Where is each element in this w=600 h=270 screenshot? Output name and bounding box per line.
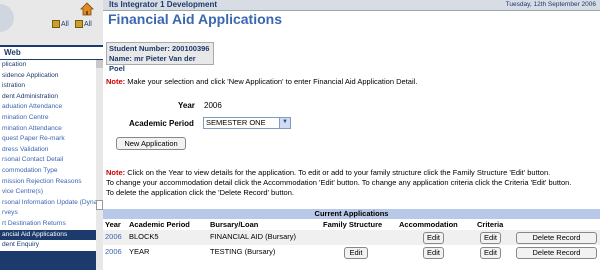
sidebar-item[interactable]: dent Administration xyxy=(0,92,103,103)
sidebar-item[interactable]: vice Centre(s) xyxy=(0,187,103,198)
table-header-row: Year Academic Period Bursary/Loan Family… xyxy=(103,219,600,230)
accommodation-edit-button[interactable]: Edit xyxy=(423,247,444,259)
note-prefix: Note: xyxy=(106,168,126,177)
academic-period-label: Academic Period xyxy=(129,119,194,128)
name-label: Name: xyxy=(109,54,132,63)
sidebar-item-financial-aid[interactable]: ancial Aid Applications xyxy=(0,229,103,241)
current-date: Tuesday, 12th September 2006 xyxy=(505,1,596,8)
collapse-icon xyxy=(75,20,83,28)
table-row: 2006 BLOCK5 FINANCIAL AID (Bursary) Edit… xyxy=(103,230,600,245)
student-info: Student Number: 200100396 Name: mr Piete… xyxy=(106,42,214,73)
delete-record-button[interactable]: Delete Record xyxy=(516,232,597,244)
expand-all-label: All xyxy=(61,20,69,28)
sidebar: All All Web plication sidence Applicatio… xyxy=(0,0,103,270)
expand-icon xyxy=(52,20,60,28)
sidebar-item[interactable]: rt Destination Returns xyxy=(0,219,103,230)
sidebar-item[interactable]: istration xyxy=(0,81,103,92)
sidebar-item[interactable]: mination Centre xyxy=(0,113,103,124)
table-row: 2006 YEAR TESTING (Bursary) Edit Edit Ed… xyxy=(103,245,600,260)
col-header-family: Family Structure xyxy=(323,220,383,229)
sidebar-item[interactable]: commodation Type xyxy=(0,166,103,177)
note-selection: Note: Make your selection and click 'New… xyxy=(106,77,417,87)
sidebar-item[interactable]: dent Enquiry xyxy=(0,240,103,251)
academic-period-value: SEMESTER ONE xyxy=(206,118,266,127)
period-cell: BLOCK5 xyxy=(129,232,159,241)
logo xyxy=(0,4,14,32)
sidebar-item[interactable]: rveys xyxy=(0,208,103,219)
sidebar-item[interactable]: mination Attendance xyxy=(0,124,103,135)
sidebar-item[interactable]: sidence Application xyxy=(0,71,103,82)
collapse-all-label: All xyxy=(84,20,92,28)
col-header-criteria: Criteria xyxy=(477,220,504,229)
sidebar-scroll-thumb[interactable] xyxy=(96,200,103,210)
sidebar-item[interactable]: dress Validation xyxy=(0,145,103,156)
student-number: 200100396 xyxy=(171,44,210,53)
table-title: Current Applications xyxy=(103,209,600,219)
student-number-label: Student Number: xyxy=(109,44,170,53)
col-header-year: Year xyxy=(105,220,121,229)
scroll-up-arrow-icon[interactable] xyxy=(96,60,103,68)
note-text: Make your selection and click 'New Appli… xyxy=(127,77,418,86)
sidebar-item[interactable]: rsonal Contact Detail xyxy=(0,155,103,166)
sidebar-scrollbar[interactable] xyxy=(96,60,103,270)
year-link[interactable]: 2006 xyxy=(105,230,122,243)
note-instructions: Note: Click on the Year to view details … xyxy=(106,168,598,198)
criteria-edit-button[interactable]: Edit xyxy=(480,232,501,244)
sidebar-menu: plication sidence Application istration … xyxy=(0,60,103,251)
period-cell: YEAR xyxy=(129,247,150,256)
sidebar-item[interactable]: rsonal Information Update (Dyna xyxy=(0,198,103,209)
logo-area: All All xyxy=(0,0,103,45)
new-application-button[interactable]: New Application xyxy=(116,137,186,150)
bursary-cell: TESTING (Bursary) xyxy=(210,247,276,256)
col-header-accommodation: Accommodation xyxy=(399,220,458,229)
year-value: 2006 xyxy=(204,101,222,110)
top-bar: Its Integrator 1 Development Tuesday, 12… xyxy=(103,0,600,11)
menu-header: Web xyxy=(0,47,103,59)
chevron-down-icon[interactable] xyxy=(279,117,290,128)
applications-table: Current Applications Year Academic Perio… xyxy=(103,209,600,260)
app-title: Its Integrator 1 Development xyxy=(109,0,218,9)
collapse-all-button[interactable]: All xyxy=(75,18,101,30)
academic-period-select[interactable]: SEMESTER ONE xyxy=(203,117,291,129)
criteria-edit-button[interactable]: Edit xyxy=(480,247,501,259)
col-header-period: Academic Period xyxy=(129,220,190,229)
accommodation-edit-button[interactable]: Edit xyxy=(423,232,444,244)
note-prefix: Note: xyxy=(106,77,126,86)
family-structure-edit-button[interactable]: Edit xyxy=(344,247,368,259)
note-line-2: To change your accommodation detail clic… xyxy=(106,178,572,187)
bursary-cell: FINANCIAL AID (Bursary) xyxy=(210,232,296,241)
sidebar-item[interactable]: plication xyxy=(0,60,103,71)
sidebar-item[interactable]: aduation Attendance xyxy=(0,102,103,113)
home-icon[interactable] xyxy=(80,2,94,16)
col-header-bursary: Bursary/Loan xyxy=(210,220,259,229)
year-link[interactable]: 2006 xyxy=(105,245,122,258)
delete-record-button[interactable]: Delete Record xyxy=(516,247,597,259)
page-title: Financial Aid Applications xyxy=(108,11,282,27)
sidebar-item[interactable]: quest Paper Re-mark xyxy=(0,134,103,145)
sidebar-item[interactable]: mission Rejection Reasons xyxy=(0,177,103,188)
note-line-1: Click on the Year to view details for th… xyxy=(127,168,551,177)
note-line-3: To delete the application click the 'Del… xyxy=(106,188,294,197)
year-label: Year xyxy=(178,101,195,110)
